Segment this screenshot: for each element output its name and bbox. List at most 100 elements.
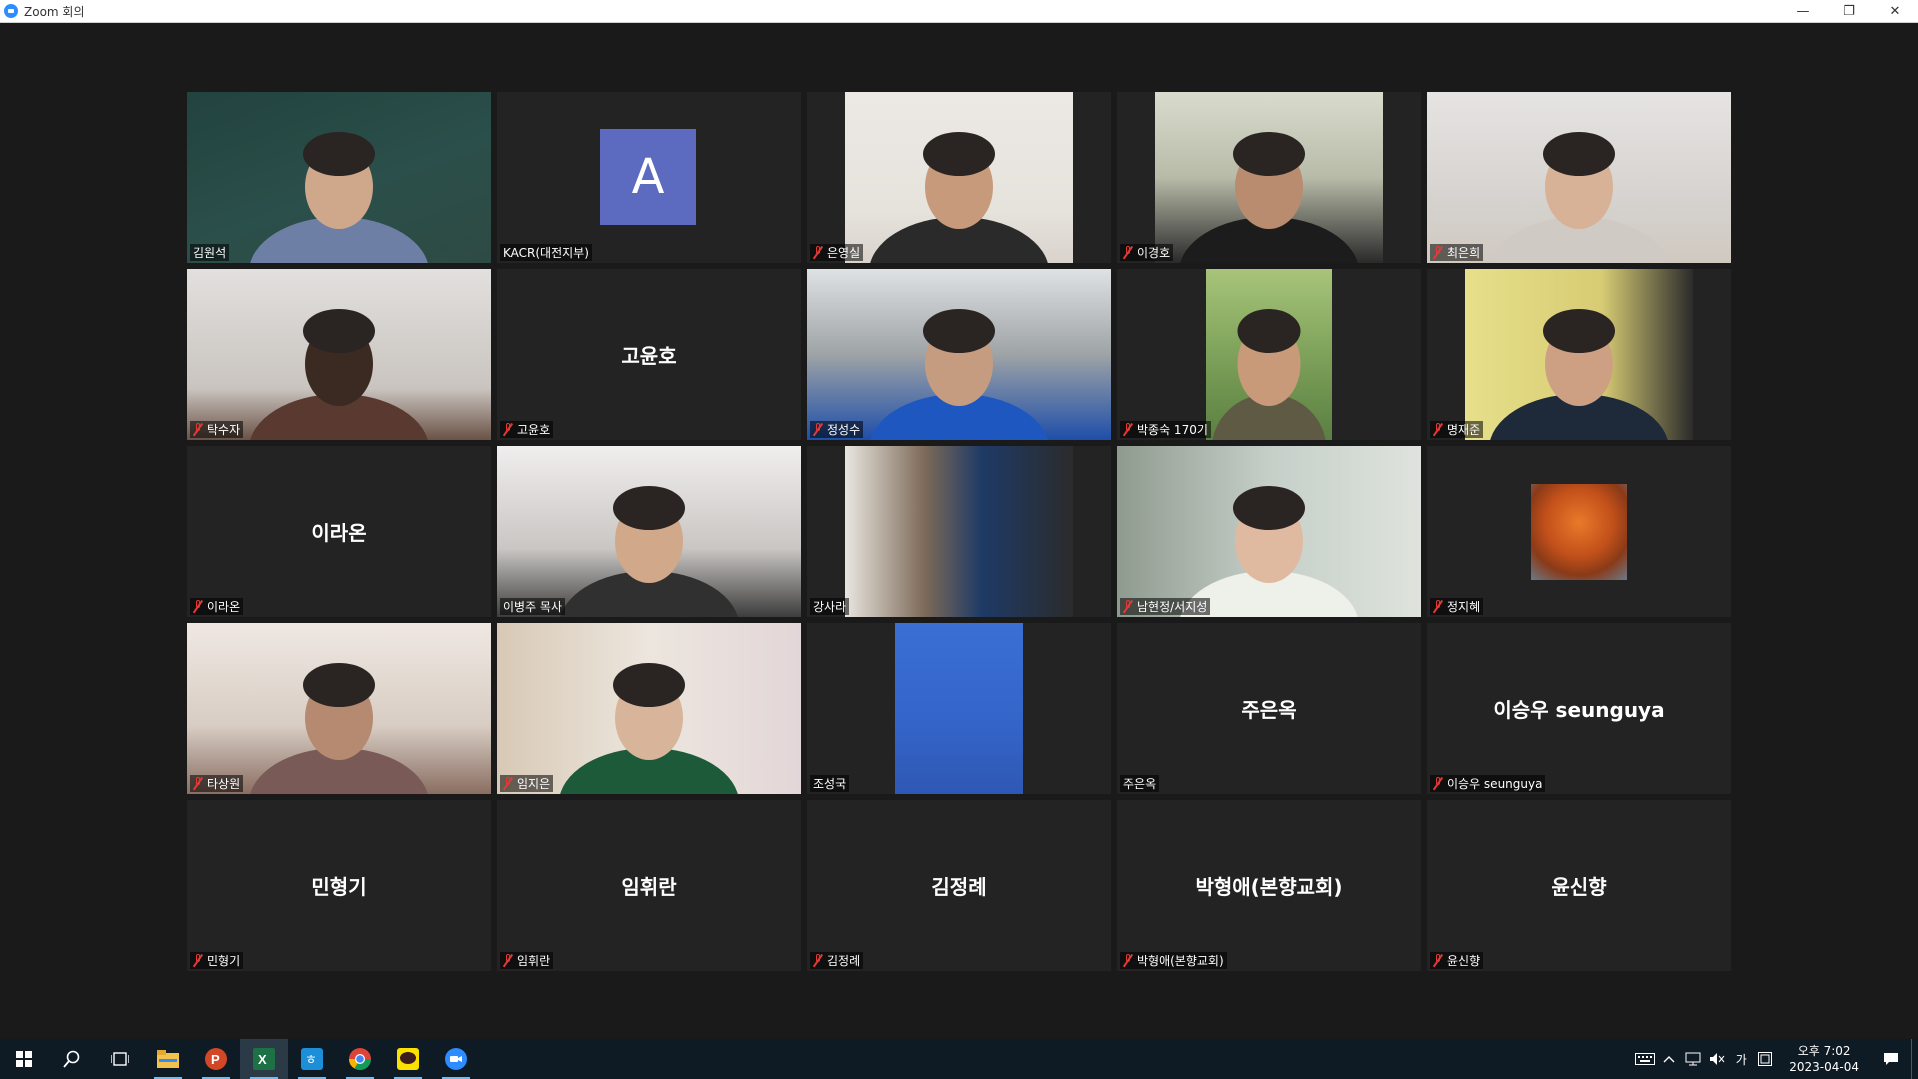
participant-name-label: 임지은 bbox=[500, 775, 554, 792]
mic-muted-icon bbox=[503, 423, 513, 436]
participant-tile[interactable]: 강사라 bbox=[807, 446, 1111, 617]
participant-name: 윤신향 bbox=[1447, 954, 1481, 968]
powerpoint-button[interactable]: P bbox=[192, 1039, 240, 1079]
participant-name-label: 임휘란 bbox=[500, 952, 554, 969]
network-icon[interactable] bbox=[1681, 1039, 1705, 1079]
minimize-button[interactable]: — bbox=[1780, 0, 1826, 22]
hancom-icon: ㅎ bbox=[301, 1048, 323, 1070]
participant-tile[interactable]: 김원석 bbox=[187, 92, 491, 263]
participant-name: 이경호 bbox=[1137, 246, 1171, 260]
participant-tile[interactable]: 남현정/서지성 bbox=[1117, 446, 1421, 617]
clock-time: 오후 7:02 bbox=[1797, 1044, 1851, 1058]
mic-muted-icon bbox=[193, 423, 203, 436]
participant-name-label: 이승우 seunguya bbox=[1430, 775, 1546, 792]
participant-tile[interactable]: 박종숙 170기 bbox=[1117, 269, 1421, 440]
restore-button[interactable]: ❐ bbox=[1826, 0, 1872, 22]
participant-tile[interactable]: 이승우 seunguya 이승우 seunguya bbox=[1427, 623, 1731, 794]
keyboard-icon[interactable] bbox=[1633, 1039, 1657, 1079]
participant-name-label: 이경호 bbox=[1120, 244, 1174, 261]
participant-tile[interactable]: 임지은 bbox=[497, 623, 801, 794]
participant-name: 고윤호 bbox=[517, 423, 551, 437]
participant-video bbox=[845, 446, 1073, 617]
hancom-button[interactable]: ㅎ bbox=[288, 1039, 336, 1079]
participant-tile[interactable]: 조성국 bbox=[807, 623, 1111, 794]
participant-name-label: 박종숙 170기 bbox=[1120, 421, 1211, 438]
mic-muted-icon bbox=[813, 423, 823, 436]
participant-tile[interactable]: A KACR(대전지부) bbox=[497, 92, 801, 263]
participant-name-label: 정지혜 bbox=[1430, 598, 1484, 615]
participant-video bbox=[1117, 446, 1421, 617]
participant-display-name: 고윤호 bbox=[621, 344, 677, 368]
window-title: Zoom 회의 bbox=[24, 4, 85, 19]
chrome-button[interactable] bbox=[336, 1039, 384, 1079]
zoom-button[interactable] bbox=[432, 1039, 480, 1079]
participant-tile[interactable]: 탁수자 bbox=[187, 269, 491, 440]
participant-display-name: 주은옥 bbox=[1241, 698, 1297, 722]
participant-name: 최은희 bbox=[1447, 246, 1481, 260]
start-button[interactable] bbox=[0, 1039, 48, 1079]
ime-indicator[interactable]: 가 bbox=[1729, 1039, 1753, 1079]
participant-tile[interactable]: 민형기 민형기 bbox=[187, 800, 491, 971]
participant-silhouette bbox=[560, 663, 738, 794]
file-explorer-button[interactable] bbox=[144, 1039, 192, 1079]
mic-muted-icon bbox=[1123, 246, 1133, 259]
participant-tile[interactable]: 주은옥 주은옥 bbox=[1117, 623, 1421, 794]
mic-muted-icon bbox=[1433, 954, 1443, 967]
participant-tile[interactable]: 정성수 bbox=[807, 269, 1111, 440]
excel-button[interactable]: X bbox=[240, 1039, 288, 1079]
show-desktop-button[interactable] bbox=[1911, 1039, 1918, 1079]
participant-tile[interactable]: 이경호 bbox=[1117, 92, 1421, 263]
volume-muted-icon[interactable] bbox=[1705, 1039, 1729, 1079]
participant-tile[interactable]: 임휘란 임휘란 bbox=[497, 800, 801, 971]
participant-tile[interactable]: 명재준 bbox=[1427, 269, 1731, 440]
participant-tile[interactable]: 고윤호 고윤호 bbox=[497, 269, 801, 440]
chrome-icon bbox=[349, 1048, 371, 1070]
participant-display-name: 임휘란 bbox=[621, 875, 677, 899]
participant-tile[interactable]: 이병주 목사 bbox=[497, 446, 801, 617]
search-icon bbox=[63, 1050, 80, 1068]
participant-name-label: 주은옥 bbox=[1120, 775, 1160, 792]
participant-silhouette bbox=[870, 132, 1048, 263]
participant-tile[interactable]: 이라온 이라온 bbox=[187, 446, 491, 617]
participant-name-label: 최은희 bbox=[1430, 244, 1484, 261]
participant-tile[interactable]: 최은희 bbox=[1427, 92, 1731, 263]
participant-tile[interactable]: 정지혜 bbox=[1427, 446, 1731, 617]
mic-muted-icon bbox=[193, 954, 203, 967]
participant-name: 이승우 seunguya bbox=[1447, 777, 1543, 791]
participant-silhouette bbox=[560, 486, 738, 617]
participant-tile[interactable]: 윤신향 윤신향 bbox=[1427, 800, 1731, 971]
close-button[interactable]: ✕ bbox=[1872, 0, 1918, 22]
participant-name-label: KACR(대전지부) bbox=[500, 244, 592, 261]
participant-name: 박형애(본향교회) bbox=[1137, 954, 1224, 968]
mic-muted-icon bbox=[503, 777, 513, 790]
participant-name: 김정례 bbox=[827, 954, 861, 968]
excel-icon: X bbox=[253, 1048, 275, 1070]
search-button[interactable] bbox=[48, 1039, 96, 1079]
kakaotalk-button[interactable] bbox=[384, 1039, 432, 1079]
participant-tile[interactable]: 타상원 bbox=[187, 623, 491, 794]
participant-name-label: 은영실 bbox=[810, 244, 864, 261]
participant-name-label: 윤신향 bbox=[1430, 952, 1484, 969]
participant-name-label: 박형애(본향교회) bbox=[1120, 952, 1227, 969]
mic-muted-icon bbox=[1123, 954, 1133, 967]
participant-silhouette bbox=[1490, 132, 1668, 263]
participant-tile[interactable]: 박형애(본향교회) 박형애(본향교회) bbox=[1117, 800, 1421, 971]
taskbar-clock[interactable]: 오후 7:02 2023-04-04 bbox=[1777, 1043, 1871, 1075]
participant-silhouette bbox=[870, 309, 1048, 440]
participant-name-label: 조성국 bbox=[810, 775, 850, 792]
participant-tile[interactable]: 김정례 김정례 bbox=[807, 800, 1111, 971]
participant-silhouette bbox=[1490, 309, 1668, 440]
task-view-button[interactable] bbox=[96, 1039, 144, 1079]
chevron-up-icon[interactable] bbox=[1657, 1039, 1681, 1079]
mic-muted-icon bbox=[1433, 777, 1443, 790]
participant-video bbox=[1155, 92, 1383, 263]
ime-mode-icon[interactable] bbox=[1753, 1039, 1777, 1079]
mic-muted-icon bbox=[1123, 423, 1133, 436]
participant-video bbox=[187, 92, 491, 263]
mic-muted-icon bbox=[1433, 600, 1443, 613]
mic-muted-icon bbox=[193, 777, 203, 790]
task-view-icon bbox=[111, 1052, 129, 1066]
notification-icon[interactable] bbox=[1871, 1039, 1911, 1079]
participant-name: 강사라 bbox=[813, 600, 847, 614]
participant-tile[interactable]: 은영실 bbox=[807, 92, 1111, 263]
